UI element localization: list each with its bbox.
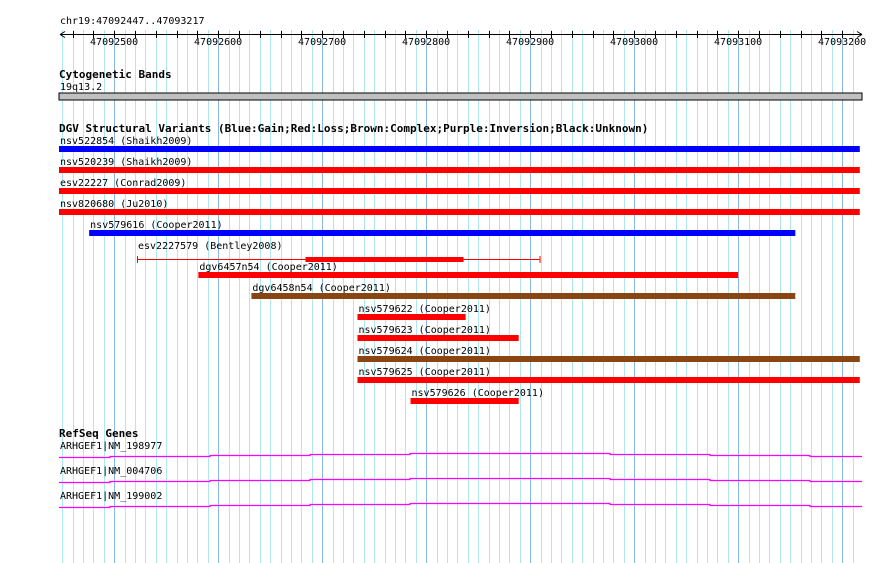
dgv-track-title: DGV Structural Variants (Blue:Gain;Red:L… — [59, 122, 648, 135]
variant-bar — [251, 293, 796, 299]
gene-label: ARHGEF1|NM_198977 — [60, 441, 162, 452]
gene-ARHGEF1|NM_198977[interactable]: ARHGEF1|NM_198977 — [59, 441, 862, 459]
gene-label: ARHGEF1|NM_004706 — [60, 466, 162, 477]
variant-label: nsv520239 (Shaikh2009) — [60, 157, 192, 168]
ruler-tick-label: 47093000 — [610, 37, 658, 48]
ruler-tick-label: 47093200 — [818, 37, 866, 48]
ruler-tick-label: 47092600 — [194, 37, 242, 48]
variant-label: esv22227 (Conrad2009) — [60, 178, 186, 189]
ruler-tick-label: 47092800 — [402, 37, 450, 48]
variant-bar — [198, 272, 739, 278]
ruler-tick-label: 47092700 — [298, 37, 346, 48]
variant-label: nsv579625 (Cooper2011) — [358, 367, 490, 378]
variant-nsv579624[interactable]: nsv579624 (Cooper2011) — [357, 346, 860, 362]
variant-nsv579622[interactable]: nsv579622 (Cooper2011) — [357, 304, 491, 320]
variant-bar — [410, 398, 519, 404]
variant-bar — [59, 188, 860, 194]
variant-nsv579625[interactable]: nsv579625 (Cooper2011) — [357, 367, 860, 383]
variant-label: nsv820680 (Ju2010) — [60, 199, 168, 210]
variant-label: esv2227579 (Bentley2008) — [138, 241, 283, 252]
variant-label: nsv579624 (Cooper2011) — [358, 346, 490, 357]
variant-nsv520239[interactable]: nsv520239 (Shaikh2009) — [59, 157, 860, 173]
refseq-track: ARHGEF1|NM_198977 ARHGEF1|NM_004706 ARHGEF… — [59, 441, 862, 509]
variant-nsv579616[interactable]: nsv579616 (Cooper2011) — [89, 220, 796, 236]
variant-bar — [59, 209, 860, 215]
variant-esv22227[interactable]: esv22227 (Conrad2009) — [59, 178, 860, 194]
gene-ARHGEF1|NM_199002[interactable]: ARHGEF1|NM_199002 — [59, 491, 862, 509]
refseq-track-title: RefSeq Genes — [59, 427, 138, 440]
variant-nsv579623[interactable]: nsv579623 (Cooper2011) — [357, 325, 519, 341]
variant-bar — [59, 167, 860, 173]
variant-bar — [59, 146, 860, 152]
dgv-track: nsv522854 (Shaikh2009) nsv520239 (Shaikh2… — [59, 136, 860, 404]
variant-bar — [357, 377, 860, 383]
variant-label: nsv579622 (Cooper2011) — [358, 304, 490, 315]
variant-nsv820680[interactable]: nsv820680 (Ju2010) — [59, 199, 860, 215]
variant-label: dgv6458n54 (Cooper2011) — [252, 283, 390, 294]
ruler-tick-label: 47093100 — [714, 37, 762, 48]
cyto-band[interactable] — [58, 92, 863, 101]
cyto-track-title: Cytogenetic Bands — [59, 68, 172, 81]
variant-label: dgv6457n54 (Cooper2011) — [199, 262, 337, 273]
region-label: chr19:47092447..47093217 — [60, 16, 205, 27]
cyto-band-label: 19q13.2 — [60, 82, 102, 93]
variant-nsv522854[interactable]: nsv522854 (Shaikh2009) — [59, 136, 860, 152]
genome-browser-panel: chr19:47092447..47093217 47092500 4709260… — [58, 16, 866, 563]
variant-dgv6458n54[interactable]: dgv6458n54 (Cooper2011) — [251, 283, 796, 299]
gene-model — [59, 502, 862, 509]
ruler-tick-label: 47092900 — [506, 37, 554, 48]
gene-model — [59, 477, 862, 484]
variant-bar — [357, 314, 466, 320]
gene-label: ARHGEF1|NM_199002 — [60, 491, 162, 502]
variant-bar — [89, 230, 796, 236]
variant-nsv579626[interactable]: nsv579626 (Cooper2011) — [410, 388, 544, 404]
variant-label: nsv579616 (Cooper2011) — [90, 220, 222, 231]
variant-bar — [357, 356, 860, 362]
variant-bar — [357, 335, 519, 341]
variant-label: nsv579623 (Cooper2011) — [358, 325, 490, 336]
variant-label: nsv522854 (Shaikh2009) — [60, 136, 192, 147]
gene-model — [59, 452, 862, 459]
gene-ARHGEF1|NM_004706[interactable]: ARHGEF1|NM_004706 — [59, 466, 862, 484]
ruler-tick-label: 47092500 — [90, 37, 138, 48]
ruler[interactable]: 47092500 47092600 47092700 47092800 47092900… — [59, 31, 866, 48]
variant-label: nsv579626 (Cooper2011) — [412, 388, 544, 399]
